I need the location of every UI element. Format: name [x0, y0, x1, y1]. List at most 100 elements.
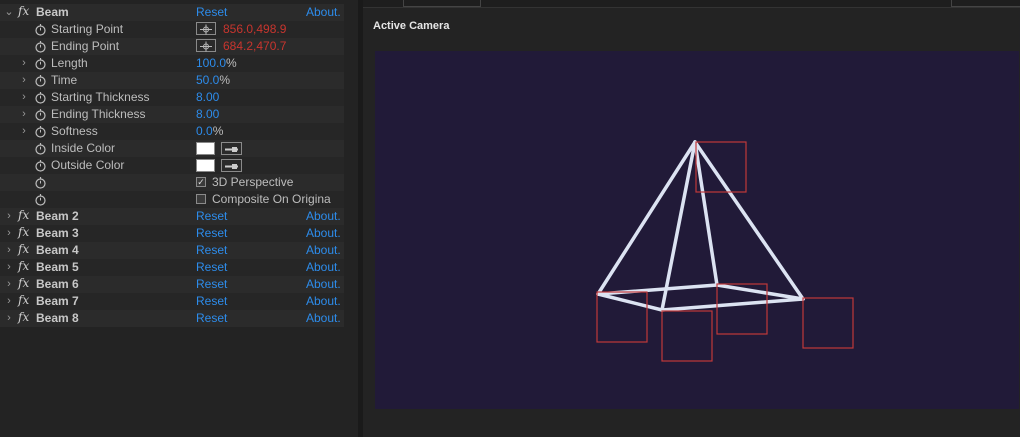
stopwatch-icon[interactable] — [34, 40, 47, 53]
chevron-right-icon[interactable]: › — [4, 310, 14, 327]
beam-line — [596, 283, 719, 296]
eyedropper-icon[interactable] — [221, 142, 242, 155]
beam-line — [693, 140, 805, 301]
stopwatch-icon[interactable] — [34, 176, 47, 189]
reset-button[interactable]: Reset — [196, 310, 227, 327]
about-button[interactable]: About. — [306, 276, 341, 293]
length-number[interactable]: 100.0 — [196, 56, 226, 70]
softness-number[interactable]: 0.0 — [196, 124, 213, 138]
effect-controls-panel: ⌄ fx Beam Reset About. Starting Point 85… — [0, 0, 358, 437]
chevron-right-icon[interactable]: › — [19, 55, 29, 72]
chevron-right-icon[interactable]: › — [4, 293, 14, 310]
beam-render — [596, 140, 854, 362]
effect-name: Beam 6 — [36, 277, 79, 291]
beam-line — [693, 140, 719, 287]
stopwatch-icon[interactable] — [34, 159, 47, 172]
stopwatch-icon[interactable] — [34, 125, 47, 138]
checkbox-label: 3D Perspective — [212, 175, 294, 189]
point-handle-box[interactable] — [695, 141, 747, 193]
property-row-starting-thickness: › Starting Thickness 8.00 — [0, 89, 344, 106]
chevron-right-icon[interactable]: › — [19, 106, 29, 123]
about-button[interactable]: About. — [306, 293, 341, 310]
effect-name: Beam 5 — [36, 260, 79, 274]
about-button[interactable]: About. — [306, 225, 341, 242]
time-number[interactable]: 50.0 — [196, 73, 219, 87]
property-row-ending-point: Ending Point 684.2,470.7 — [0, 38, 344, 55]
effect-header-beam-5[interactable]: › fx Beam 5 Reset About. — [0, 259, 344, 276]
fx-icon: fx — [18, 208, 30, 222]
about-button[interactable]: About. — [306, 259, 341, 276]
property-label: Time — [51, 73, 78, 87]
chevron-down-icon[interactable]: ⌄ — [4, 4, 14, 21]
property-row-composite-on-original: Composite On Origina — [0, 191, 344, 208]
about-button[interactable]: About. — [306, 242, 341, 259]
fx-icon: fx — [18, 276, 30, 290]
chevron-right-icon[interactable]: › — [4, 259, 14, 276]
time-value[interactable]: 50.0% — [196, 72, 230, 89]
reset-button[interactable]: Reset — [196, 242, 227, 259]
reset-button[interactable]: Reset — [196, 208, 227, 225]
softness-value[interactable]: 0.0% — [196, 123, 223, 140]
stopwatch-icon[interactable] — [34, 91, 47, 104]
crosshair-icon[interactable] — [196, 39, 216, 52]
outside-color-swatch[interactable] — [196, 159, 215, 172]
3d-perspective-checkbox[interactable]: ✓ — [196, 177, 206, 187]
length-value[interactable]: 100.0% — [196, 55, 237, 72]
property-row-inside-color: Inside Color — [0, 140, 344, 157]
starting-thickness-value[interactable]: 8.00 — [196, 89, 219, 106]
stopwatch-icon[interactable] — [34, 74, 47, 87]
toolbar-segment[interactable] — [951, 0, 1020, 7]
stopwatch-icon[interactable] — [34, 142, 47, 155]
toolbar-segment[interactable] — [403, 0, 481, 7]
property-row-ending-thickness: › Ending Thickness 8.00 — [0, 106, 344, 123]
ending-point-value[interactable]: 684.2,470.7 — [223, 38, 286, 55]
effect-header-beam-3[interactable]: › fx Beam 3 Reset About. — [0, 225, 344, 242]
stopwatch-icon[interactable] — [34, 193, 47, 206]
effect-header-beam-2[interactable]: › fx Beam 2 Reset About. — [0, 208, 344, 225]
ending-thickness-value[interactable]: 8.00 — [196, 106, 219, 123]
effect-name: Beam 2 — [36, 209, 79, 223]
effect-header-beam-8[interactable]: › fx Beam 8 Reset About. — [0, 310, 344, 327]
effect-header-beam-6[interactable]: › fx Beam 6 Reset About. — [0, 276, 344, 293]
chevron-right-icon[interactable]: › — [19, 89, 29, 106]
chevron-right-icon[interactable]: › — [4, 208, 14, 225]
unit-label: % — [212, 124, 224, 138]
beam-line — [715, 283, 805, 301]
chevron-right-icon[interactable]: › — [19, 123, 29, 140]
property-label: Outside Color — [51, 158, 125, 172]
stopwatch-icon[interactable] — [34, 23, 47, 36]
composition-viewer-panel: Active Camera — [363, 0, 1020, 437]
property-label: Softness — [51, 124, 98, 138]
fx-icon: fx — [18, 293, 30, 307]
chevron-right-icon[interactable]: › — [19, 72, 29, 89]
beam-line — [596, 292, 664, 312]
chevron-right-icon[interactable]: › — [4, 242, 14, 259]
about-button[interactable]: About. — [306, 208, 341, 225]
chevron-right-icon[interactable]: › — [4, 225, 14, 242]
effect-header-beam[interactable]: ⌄ fx Beam Reset About. — [0, 4, 344, 21]
stopwatch-icon[interactable] — [34, 108, 47, 121]
reset-button[interactable]: Reset — [196, 293, 227, 310]
stopwatch-icon[interactable] — [34, 57, 47, 70]
fx-icon: fx — [18, 259, 30, 273]
reset-button[interactable]: Reset — [196, 276, 227, 293]
crosshair-icon[interactable] — [196, 22, 216, 35]
eyedropper-icon[interactable] — [221, 159, 242, 172]
composition-viewport[interactable] — [375, 51, 1019, 409]
inside-color-swatch[interactable] — [196, 142, 215, 155]
reset-button[interactable]: Reset — [196, 4, 227, 21]
reset-button[interactable]: Reset — [196, 225, 227, 242]
about-button[interactable]: About. — [306, 310, 341, 327]
active-camera-label: Active Camera — [373, 20, 450, 32]
about-button[interactable]: About. — [306, 4, 341, 21]
chevron-right-icon[interactable]: › — [4, 276, 14, 293]
property-row-3d-perspective: ✓ 3D Perspective — [0, 174, 344, 191]
point-handle-box[interactable] — [661, 310, 713, 362]
effect-header-beam-4[interactable]: › fx Beam 4 Reset About. — [0, 242, 344, 259]
property-label: Ending Thickness — [51, 107, 146, 121]
effect-header-beam-7[interactable]: › fx Beam 7 Reset About. — [0, 293, 344, 310]
reset-button[interactable]: Reset — [196, 259, 227, 276]
point-handle-box[interactable] — [802, 297, 854, 349]
starting-point-value[interactable]: 856.0,498.9 — [223, 21, 286, 38]
composite-on-original-checkbox[interactable] — [196, 194, 206, 204]
